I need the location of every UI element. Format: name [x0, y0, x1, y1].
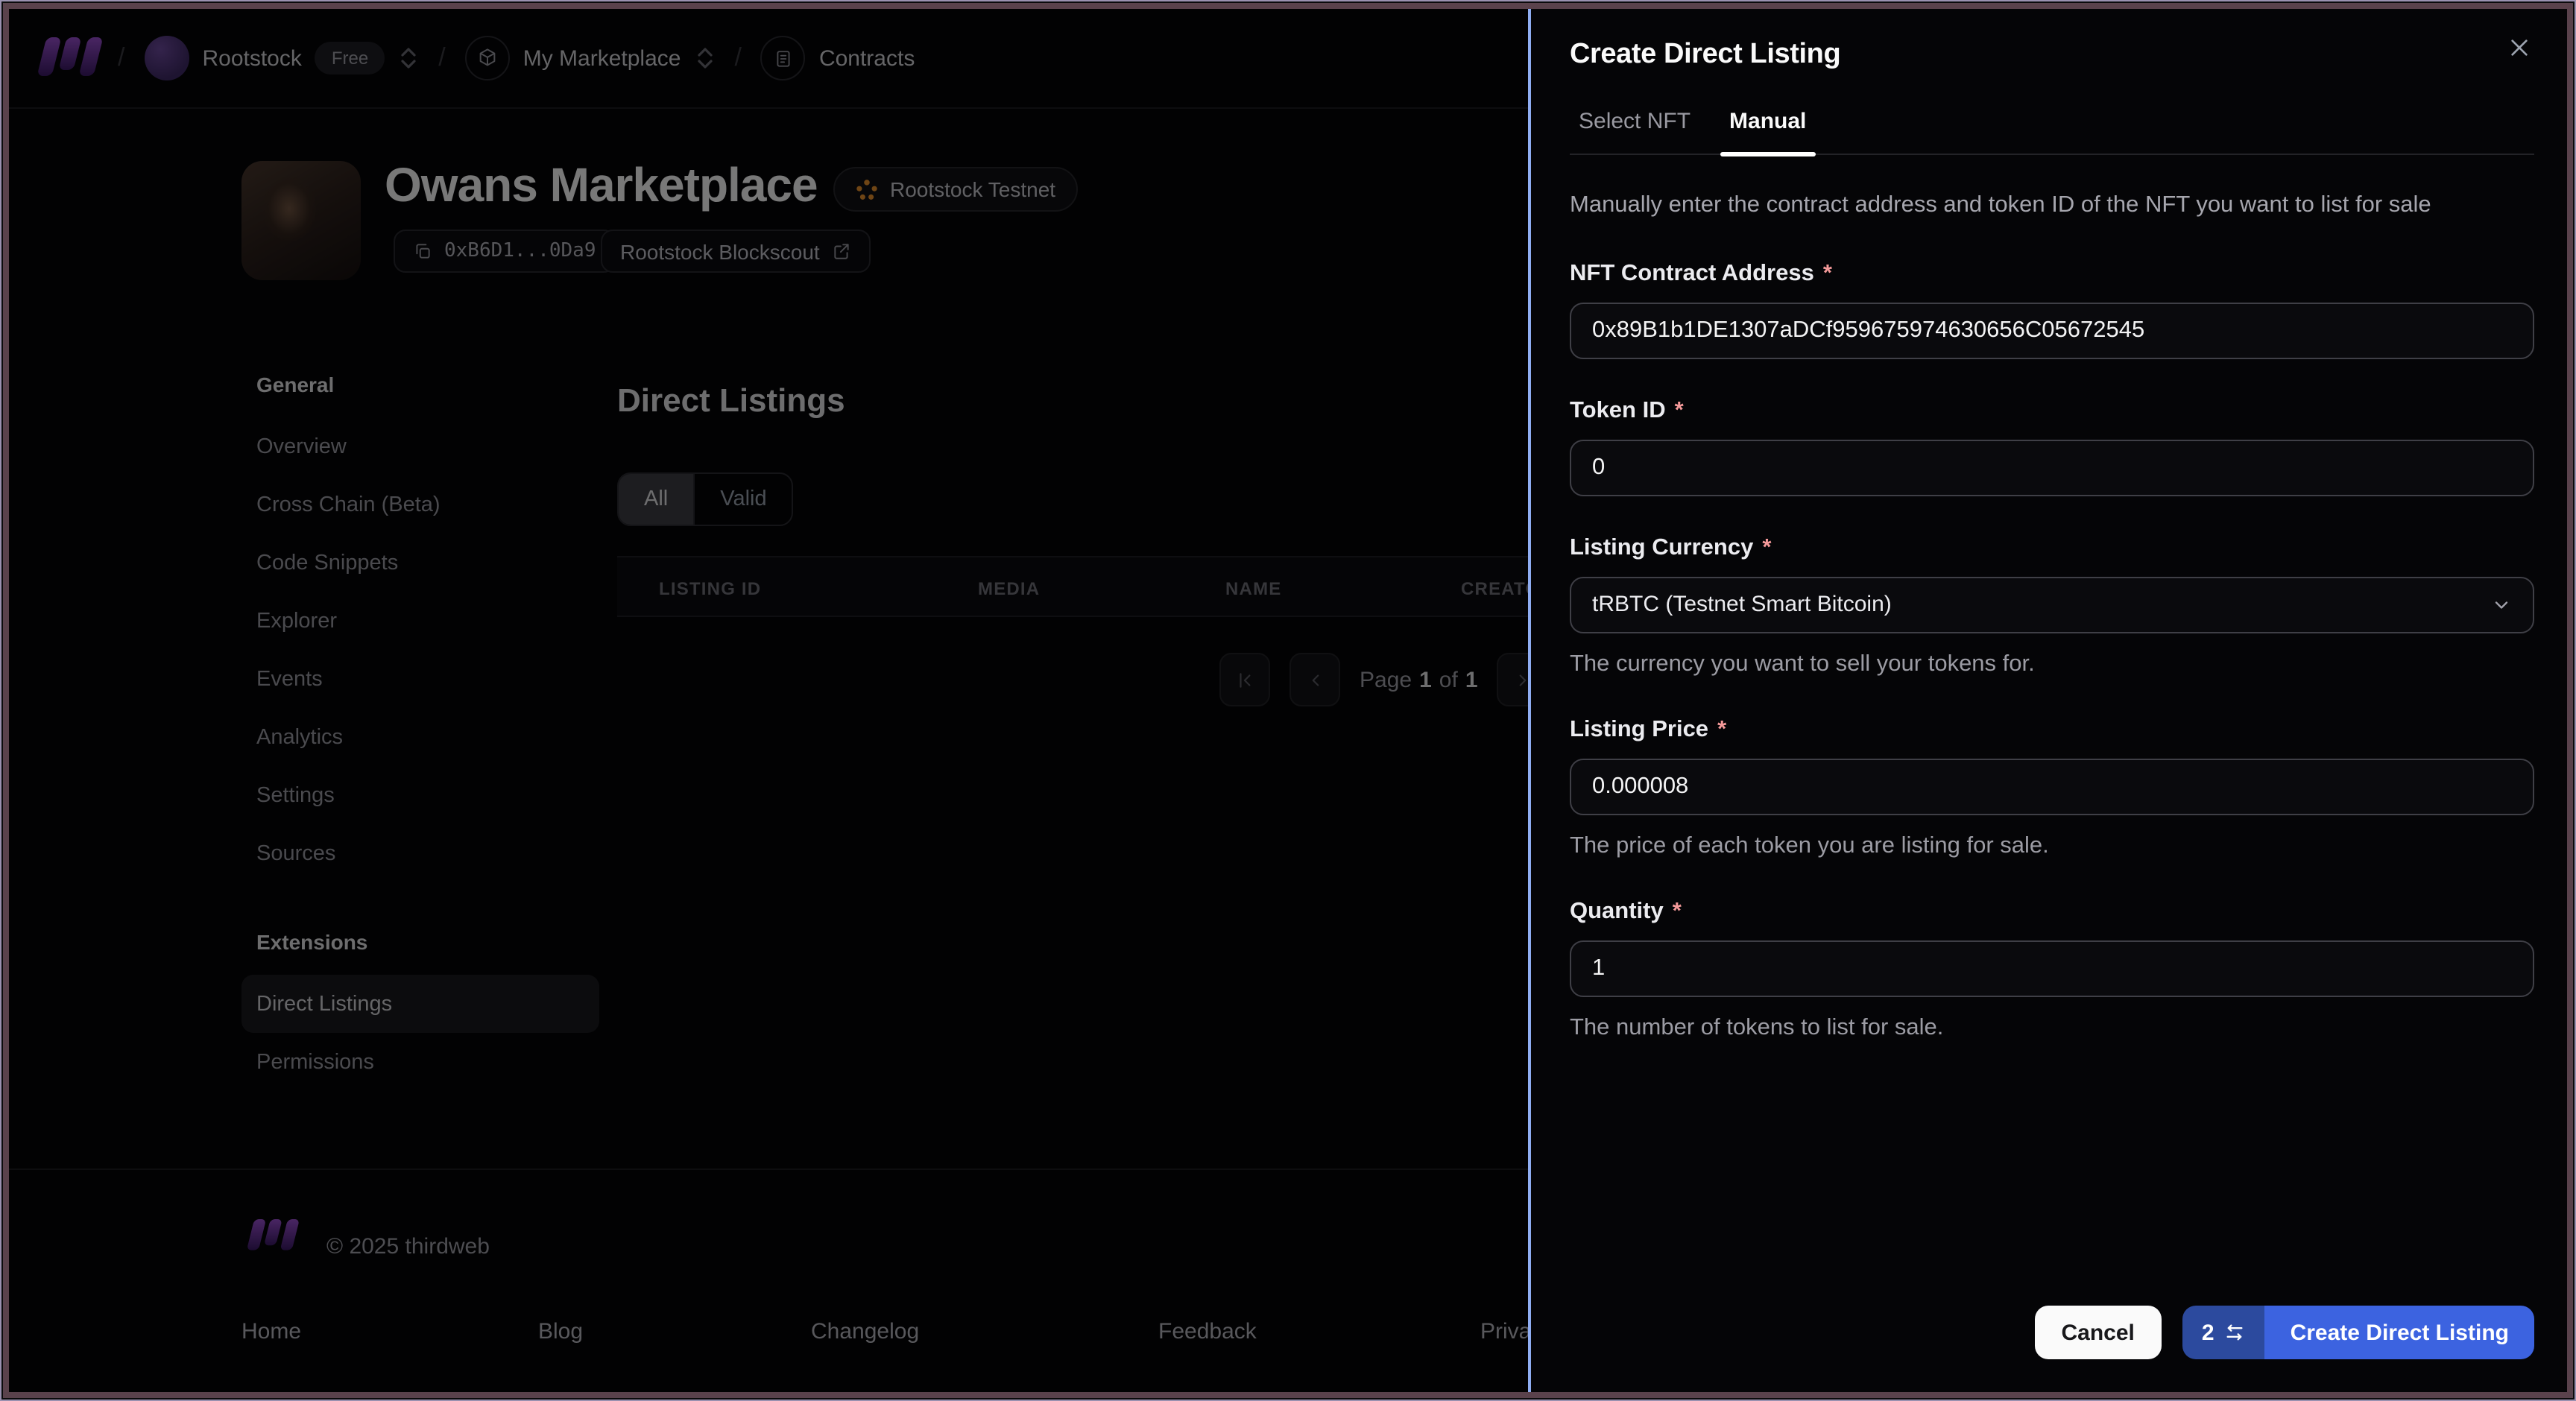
listing-currency-select[interactable]: tRBTC (Testnet Smart Bitcoin) — [1570, 576, 2534, 633]
chevron-down-icon — [2495, 601, 2508, 609]
currency-helper-text: The currency you want to sell your token… — [1570, 651, 2035, 677]
tab-manual[interactable]: Manual — [1720, 109, 1815, 156]
required-asterisk: * — [1822, 260, 1832, 286]
required-asterisk: * — [1717, 716, 1727, 742]
required-asterisk: * — [1674, 397, 1684, 423]
field-group-price: Listing Price* The price of each token y… — [1570, 716, 2534, 859]
window-frame: / Rootstock Free / My Marketplace / — [3, 3, 2573, 1398]
field-group-quantity: Quantity* The number of tokens to list f… — [1570, 898, 2534, 1041]
close-icon — [2511, 39, 2528, 56]
field-group-contract: NFT Contract Address * — [1570, 260, 2534, 359]
listing-price-input[interactable] — [1570, 758, 2534, 815]
contract-address-input[interactable] — [1570, 302, 2534, 359]
field-group-token-id: Token ID * — [1570, 397, 2534, 496]
listing-price-label: Listing Price * — [1570, 716, 1727, 742]
required-asterisk: * — [1762, 534, 1772, 560]
create-direct-listing-button[interactable]: Create Direct Listing — [2264, 1306, 2534, 1359]
transaction-count-badge: 2 — [2182, 1306, 2265, 1359]
field-group-currency: Listing Currency * tRBTC (Testnet Smart B… — [1570, 534, 2534, 677]
required-asterisk: * — [1672, 898, 1682, 924]
listing-currency-label: Listing Currency * — [1570, 534, 1772, 560]
drawer-actions: Cancel 2 Create Direct Listing — [2034, 1306, 2534, 1359]
token-id-label: Token ID * — [1570, 397, 1684, 423]
drawer-description: Manually enter the contract address and … — [1570, 192, 2431, 218]
swap-arrows-icon — [2227, 1324, 2244, 1341]
screen: / Rootstock Free / My Marketplace / — [0, 0, 2576, 1401]
create-direct-listing-drawer: Create Direct Listing Select NFT Manual … — [1528, 9, 2567, 1392]
close-button[interactable] — [2504, 33, 2534, 63]
window-frame-outer: / Rootstock Free / My Marketplace / — [0, 0, 2576, 1401]
price-helper-text: The price of each token you are listing … — [1570, 832, 2049, 858]
tab-select-nft[interactable]: Select NFT — [1570, 109, 1699, 154]
token-id-input[interactable] — [1570, 439, 2534, 496]
drawer-title: Create Direct Listing — [1570, 39, 1841, 70]
quantity-input[interactable] — [1570, 940, 2534, 997]
cancel-button[interactable]: Cancel — [2034, 1306, 2162, 1359]
quantity-label: Quantity * — [1570, 898, 1682, 924]
transaction-count: 2 — [2201, 1320, 2214, 1345]
quantity-helper-text: The number of tokens to list for sale. — [1570, 1014, 1944, 1040]
contract-address-label: NFT Contract Address * — [1570, 260, 1832, 286]
listing-currency-value: tRBTC (Testnet Smart Bitcoin) — [1592, 592, 1892, 618]
submit-button-group[interactable]: 2 Create Direct Listing — [2182, 1306, 2534, 1359]
drawer-tabs: Select NFT Manual — [1570, 109, 2534, 156]
